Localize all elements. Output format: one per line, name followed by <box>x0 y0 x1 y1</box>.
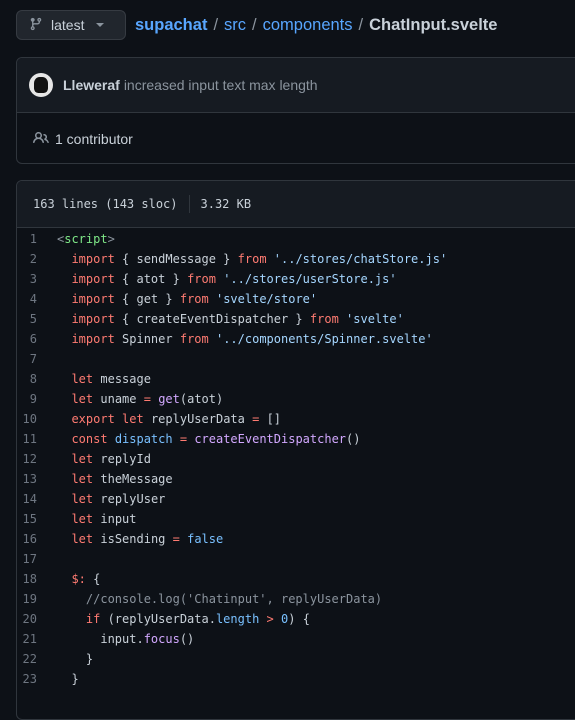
code-line: 15 let input <box>17 509 575 529</box>
code-text: import Spinner from '../components/Spinn… <box>71 332 433 346</box>
breadcrumb-separator: / <box>358 15 364 34</box>
code-text: let replyId <box>71 452 151 466</box>
code-line: 17 <box>17 549 575 569</box>
code-line: 22 } <box>17 649 575 669</box>
line-number[interactable]: 15 <box>17 512 57 526</box>
line-number[interactable]: 5 <box>17 312 57 326</box>
code-text: } <box>57 672 79 686</box>
code-text: let uname = get(atot) <box>71 392 224 406</box>
code-line: 3 import { atot } from '../stores/userSt… <box>17 269 575 289</box>
code-text: <script> <box>57 232 115 246</box>
code-line: 8 let message <box>17 369 575 389</box>
divider <box>188 195 190 213</box>
breadcrumb: supachat / src / components / ChatInput.… <box>135 16 497 35</box>
code-line: 1 <script> <box>17 229 575 249</box>
line-number[interactable]: 12 <box>17 452 57 466</box>
code-text: //console.log('Chatinput', replyUserData… <box>85 592 383 606</box>
code-line: 10 export let replyUserData = [] <box>17 409 575 429</box>
line-number[interactable]: 2 <box>17 252 57 266</box>
line-number[interactable]: 22 <box>17 652 57 666</box>
breadcrumb-separator: / <box>213 15 219 34</box>
code-text: let replyUser <box>71 492 166 506</box>
line-number[interactable]: 1 <box>17 232 57 246</box>
triangle-down-icon <box>96 23 105 27</box>
code-line: 19 //console.log('Chatinput', replyUserD… <box>17 589 575 609</box>
line-number[interactable]: 23 <box>17 672 57 686</box>
code-text: $: { <box>71 572 101 586</box>
code-line: 7 <box>17 349 575 369</box>
code-text: if (replyUserData.length > 0) { <box>85 612 310 626</box>
code-text: const dispatch = createEventDispatcher() <box>71 432 361 446</box>
line-number[interactable]: 6 <box>17 332 57 346</box>
line-number[interactable]: 7 <box>17 352 57 366</box>
people-icon <box>33 130 49 149</box>
contributors-row[interactable]: 1 contributor <box>17 113 575 163</box>
code-line: 9 let uname = get(atot) <box>17 389 575 409</box>
line-number[interactable]: 18 <box>17 572 57 586</box>
branch-label: latest <box>51 17 85 33</box>
code-line: 18 $: { <box>17 569 575 589</box>
file-navigation: latest supachat / src / components / Cha… <box>16 9 497 41</box>
breadcrumb-components-link[interactable]: components <box>263 16 353 35</box>
code-text: import { get } from 'svelte/store' <box>71 292 318 306</box>
line-number[interactable]: 21 <box>17 632 57 646</box>
commit-message-link[interactable]: increased input text max length <box>124 77 318 93</box>
line-number[interactable]: 13 <box>17 472 57 486</box>
line-number[interactable]: 11 <box>17 432 57 446</box>
code-line: 2 import { sendMessage } from '../stores… <box>17 249 575 269</box>
line-number[interactable]: 3 <box>17 272 57 286</box>
avatar[interactable] <box>29 73 53 97</box>
code-line: 4 import { get } from 'svelte/store' <box>17 289 575 309</box>
file-info-bar: 163 lines (143 sloc) 3.32 KB <box>17 181 575 228</box>
git-branch-icon <box>29 17 43 34</box>
file-line-count: 163 lines (143 sloc) <box>33 197 178 211</box>
line-number[interactable]: 16 <box>17 532 57 546</box>
code-line: 23 } <box>17 669 575 689</box>
code-line: 21 input.focus() <box>17 629 575 649</box>
code-text: import { sendMessage } from '../stores/c… <box>71 252 448 266</box>
line-number[interactable]: 14 <box>17 492 57 506</box>
line-number[interactable]: 10 <box>17 412 57 426</box>
branch-select-button[interactable]: latest <box>16 10 126 40</box>
code-line: 14 let replyUser <box>17 489 575 509</box>
line-number[interactable]: 19 <box>17 592 57 606</box>
line-number[interactable]: 4 <box>17 292 57 306</box>
code-line: 5 import { createEventDispatcher } from … <box>17 309 575 329</box>
breadcrumb-file-name: ChatInput.svelte <box>369 15 498 34</box>
line-number[interactable]: 17 <box>17 552 57 566</box>
code-text: input.focus() <box>57 632 195 646</box>
code-line: 20 if (replyUserData.length > 0) { <box>17 609 575 629</box>
file-size: 3.32 KB <box>200 197 252 211</box>
line-number[interactable]: 8 <box>17 372 57 386</box>
latest-commit-row: Lleweraf increased input text max length <box>17 58 575 113</box>
contributors-label: 1 contributor <box>55 131 133 147</box>
breadcrumb-src-link[interactable]: src <box>224 16 246 35</box>
code-text: let input <box>71 512 137 526</box>
file-viewer: 163 lines (143 sloc) 3.32 KB 1 <script> 2 … <box>16 180 575 720</box>
code-listing: 1 <script> 2 import { sendMessage } from '… <box>17 228 575 689</box>
line-number[interactable]: 9 <box>17 392 57 406</box>
code-text: let isSending = false <box>71 532 224 546</box>
line-number[interactable]: 20 <box>17 612 57 626</box>
commit-author-link[interactable]: Lleweraf <box>63 77 120 93</box>
code-text: let theMessage <box>71 472 173 486</box>
code-line: 16 let isSending = false <box>17 529 575 549</box>
breadcrumb-repo-link[interactable]: supachat <box>135 16 207 35</box>
code-text: export let replyUserData = [] <box>71 412 282 426</box>
latest-commit-box: Lleweraf increased input text max length… <box>16 57 575 164</box>
code-line: 13 let theMessage <box>17 469 575 489</box>
code-line: 12 let replyId <box>17 449 575 469</box>
code-text: } <box>57 652 94 666</box>
code-text: let message <box>71 372 151 386</box>
code-line: 11 const dispatch = createEventDispatche… <box>17 429 575 449</box>
breadcrumb-separator: / <box>252 15 257 34</box>
code-line: 6 import Spinner from '../components/Spi… <box>17 329 575 349</box>
code-text: import { atot } from '../stores/userStor… <box>71 272 397 286</box>
code-text: import { createEventDispatcher } from 's… <box>71 312 404 326</box>
